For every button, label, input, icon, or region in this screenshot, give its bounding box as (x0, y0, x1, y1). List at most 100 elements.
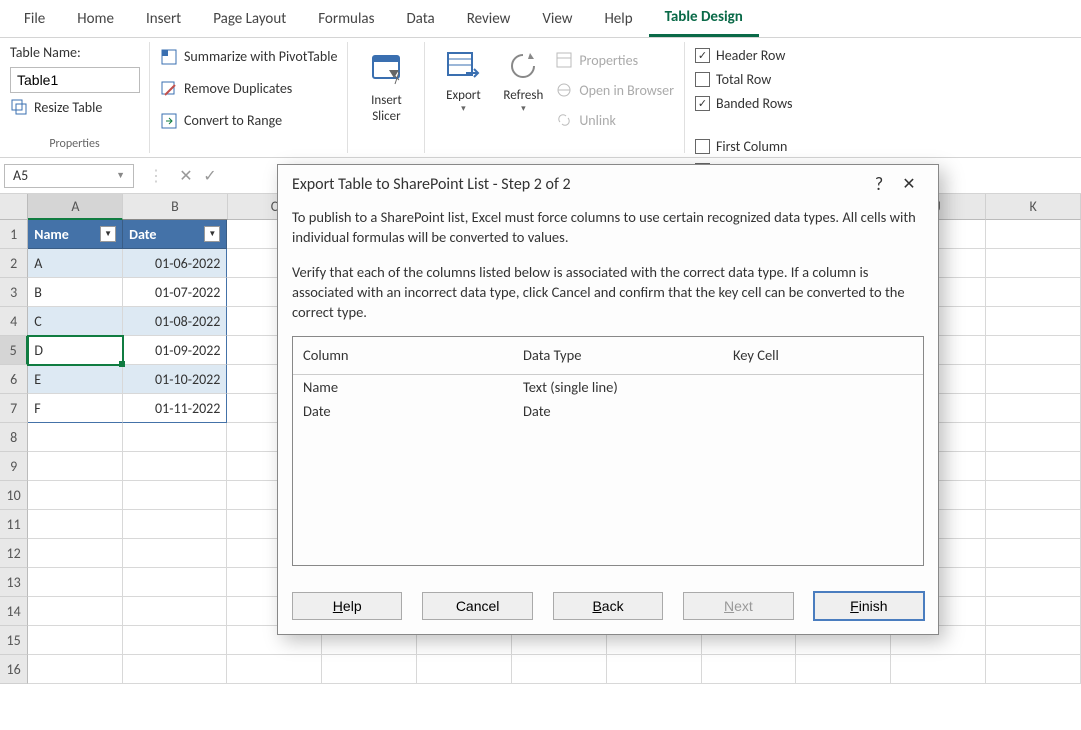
cell-A1[interactable]: Name▼ (28, 220, 123, 249)
cell-A6[interactable]: E (28, 365, 123, 394)
row-header-11[interactable]: 11 (0, 510, 28, 539)
cell-B2[interactable]: 01-06-2022 (123, 249, 227, 278)
ribbon-tab-table-design[interactable]: Table Design (649, 0, 759, 37)
first-column-checkbox[interactable]: First Column (695, 135, 1071, 158)
cell-B14[interactable] (123, 597, 227, 626)
cancel-button[interactable]: Cancel (422, 592, 532, 620)
cell-G16[interactable] (607, 655, 702, 684)
cell-A8[interactable] (28, 423, 123, 452)
row-header-3[interactable]: 3 (0, 278, 28, 307)
cell-K9[interactable] (986, 452, 1081, 481)
row-header-13[interactable]: 13 (0, 568, 28, 597)
row-header-12[interactable]: 12 (0, 539, 28, 568)
row-header-14[interactable]: 14 (0, 597, 28, 626)
cell-A14[interactable] (28, 597, 123, 626)
ribbon-tab-formulas[interactable]: Formulas (302, 2, 390, 36)
ribbon-tab-home[interactable]: Home (61, 2, 130, 36)
cell-K1[interactable] (986, 220, 1081, 249)
cell-K12[interactable] (986, 539, 1081, 568)
name-box[interactable]: A5 ▼ (4, 164, 134, 188)
finish-button[interactable]: Finish (814, 592, 924, 620)
cell-A10[interactable] (28, 481, 123, 510)
ribbon-tab-data[interactable]: Data (390, 2, 450, 36)
back-button[interactable]: Back (553, 592, 663, 620)
export-button[interactable]: Export ▾ (435, 44, 491, 118)
row-header-1[interactable]: 1 (0, 220, 28, 249)
filter-dropdown-icon[interactable]: ▼ (100, 226, 116, 242)
cell-K16[interactable] (986, 655, 1081, 684)
resize-table-button[interactable]: Resize Table (10, 95, 139, 119)
cell-K11[interactable] (986, 510, 1081, 539)
cell-B11[interactable] (123, 510, 227, 539)
cell-K2[interactable] (986, 249, 1081, 278)
filter-dropdown-icon[interactable]: ▼ (204, 226, 220, 242)
cell-A16[interactable] (28, 655, 123, 684)
cell-C16[interactable] (227, 655, 322, 684)
cell-B12[interactable] (123, 539, 227, 568)
cell-B16[interactable] (123, 655, 227, 684)
refresh-button[interactable]: Refresh ▾ (493, 44, 553, 118)
cell-A11[interactable] (28, 510, 123, 539)
ribbon-tab-insert[interactable]: Insert (130, 2, 197, 36)
ribbon-tab-view[interactable]: View (526, 2, 588, 36)
cell-B10[interactable] (123, 481, 227, 510)
row-header-8[interactable]: 8 (0, 423, 28, 452)
convert-range-button[interactable]: Convert to Range (160, 109, 337, 133)
table-name-input[interactable] (10, 67, 140, 93)
row-header-6[interactable]: 6 (0, 365, 28, 394)
cell-A5[interactable]: D (28, 336, 123, 365)
cell-H16[interactable] (702, 655, 797, 684)
cell-F16[interactable] (512, 655, 607, 684)
cell-D16[interactable] (322, 655, 417, 684)
column-header-a[interactable]: A (28, 194, 123, 220)
cell-B5[interactable]: 01-09-2022 (123, 336, 227, 365)
cell-K6[interactable] (986, 365, 1081, 394)
row-header-2[interactable]: 2 (0, 249, 28, 278)
cell-K14[interactable] (986, 597, 1081, 626)
cell-K10[interactable] (986, 481, 1081, 510)
close-icon[interactable]: ✕ (894, 174, 924, 194)
dialog-help-icon[interactable]: ? (864, 173, 894, 195)
row-header-9[interactable]: 9 (0, 452, 28, 481)
row-header-5[interactable]: 5 (0, 336, 28, 365)
cell-K13[interactable] (986, 568, 1081, 597)
cell-B1[interactable]: Date▼ (123, 220, 227, 249)
row-header-10[interactable]: 10 (0, 481, 28, 510)
cell-A4[interactable]: C (28, 307, 123, 336)
header-row-checkbox[interactable]: ✓Header Row (695, 44, 1071, 67)
list-item[interactable]: DateDate (293, 399, 923, 423)
row-header-7[interactable]: 7 (0, 394, 28, 423)
cell-A9[interactable] (28, 452, 123, 481)
cell-A3[interactable]: B (28, 278, 123, 307)
summarize-pivot-button[interactable]: Summarize with PivotTable (160, 45, 337, 69)
cell-B4[interactable]: 01-08-2022 (123, 307, 227, 336)
ribbon-tab-file[interactable]: File (8, 2, 61, 36)
row-header-16[interactable]: 16 (0, 655, 28, 684)
cell-A12[interactable] (28, 539, 123, 568)
cell-B8[interactable] (123, 423, 227, 452)
cell-A2[interactable]: A (28, 249, 123, 278)
cell-A13[interactable] (28, 568, 123, 597)
cell-K8[interactable] (986, 423, 1081, 452)
cell-A15[interactable] (28, 626, 123, 655)
cell-K5[interactable] (986, 336, 1081, 365)
remove-duplicates-button[interactable]: Remove Duplicates (160, 77, 337, 101)
ribbon-tab-help[interactable]: Help (588, 2, 648, 36)
cell-B6[interactable]: 01-10-2022 (123, 365, 227, 394)
select-all-corner[interactable] (0, 194, 28, 220)
column-header-b[interactable]: B (123, 194, 227, 220)
cell-A7[interactable]: F (28, 394, 123, 423)
cell-K4[interactable] (986, 307, 1081, 336)
row-header-4[interactable]: 4 (0, 307, 28, 336)
list-item[interactable]: NameText (single line) (293, 375, 923, 399)
row-header-15[interactable]: 15 (0, 626, 28, 655)
column-header-k[interactable]: K (986, 194, 1081, 220)
cell-K3[interactable] (986, 278, 1081, 307)
cell-I16[interactable] (796, 655, 891, 684)
cell-B9[interactable] (123, 452, 227, 481)
banded-rows-checkbox[interactable]: ✓Banded Rows (695, 92, 1071, 115)
cell-K7[interactable] (986, 394, 1081, 423)
help-button[interactable]: Help (292, 592, 402, 620)
cell-B15[interactable] (123, 626, 227, 655)
insert-slicer-button[interactable]: Insert Slicer (358, 44, 414, 133)
